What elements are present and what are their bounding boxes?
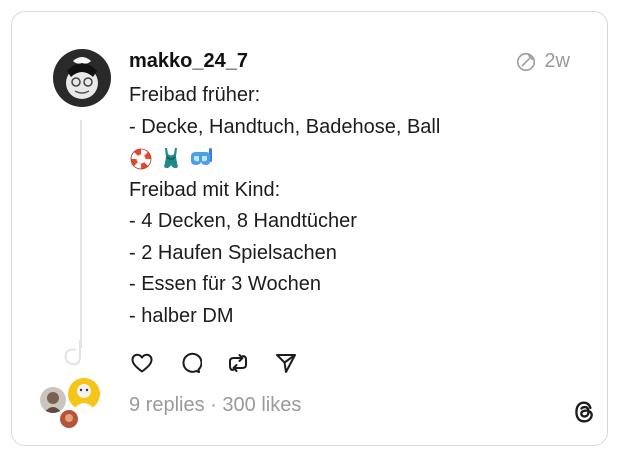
thread-line	[80, 120, 82, 348]
replier-avatar	[40, 387, 66, 413]
reply-button[interactable]	[177, 350, 203, 376]
post-line: - Essen für 3 Wochen	[129, 273, 321, 295]
repost-icon	[229, 354, 247, 372]
heart-icon	[131, 353, 153, 373]
share-button[interactable]	[273, 350, 299, 376]
post-line: Freibad mit Kind:	[129, 178, 281, 201]
post-line: Freibad früher:	[129, 84, 261, 106]
lifebuoy-icon	[130, 148, 152, 170]
post-card[interactable]: makko_24_7 2w Freibad früher: - Decke, H…	[11, 11, 608, 446]
stats-separator: ·	[204, 394, 223, 416]
diving-mask-icon	[191, 147, 212, 165]
post-time: 2w	[544, 50, 570, 72]
author-username[interactable]: makko_24_7	[129, 50, 248, 73]
threads-logo-icon[interactable]	[570, 398, 598, 426]
post-timestamp: 2w	[515, 50, 570, 73]
emoji-row	[129, 143, 440, 175]
post-line: - 4 Decken, 8 Handtücher	[129, 210, 357, 232]
swimsuit-icon	[164, 147, 178, 168]
post-line: - halber DM	[129, 304, 234, 327]
author-avatar[interactable]	[53, 49, 111, 107]
post-line: - 2 Haufen Spielsachen	[129, 241, 337, 264]
edited-circle-icon	[517, 52, 536, 71]
post-line: - Decke, Handtuch, Badehose, Ball	[129, 115, 441, 138]
thread-loop-icon	[64, 340, 81, 366]
like-button[interactable]	[129, 350, 155, 376]
likes-count[interactable]: 300 likes	[222, 394, 301, 416]
action-bar	[129, 350, 299, 376]
replies-count[interactable]: 9 replies	[129, 394, 205, 416]
post-stats: 9 replies · 300 likes	[129, 394, 301, 417]
speech-bubble-icon	[182, 352, 202, 373]
replier-avatar	[68, 378, 100, 410]
replier-avatar	[60, 410, 78, 428]
send-icon	[276, 354, 296, 373]
repost-button[interactable]	[225, 350, 251, 376]
post-body: Freibad früher: - Decke, Handtuch, Badeh…	[129, 80, 440, 332]
